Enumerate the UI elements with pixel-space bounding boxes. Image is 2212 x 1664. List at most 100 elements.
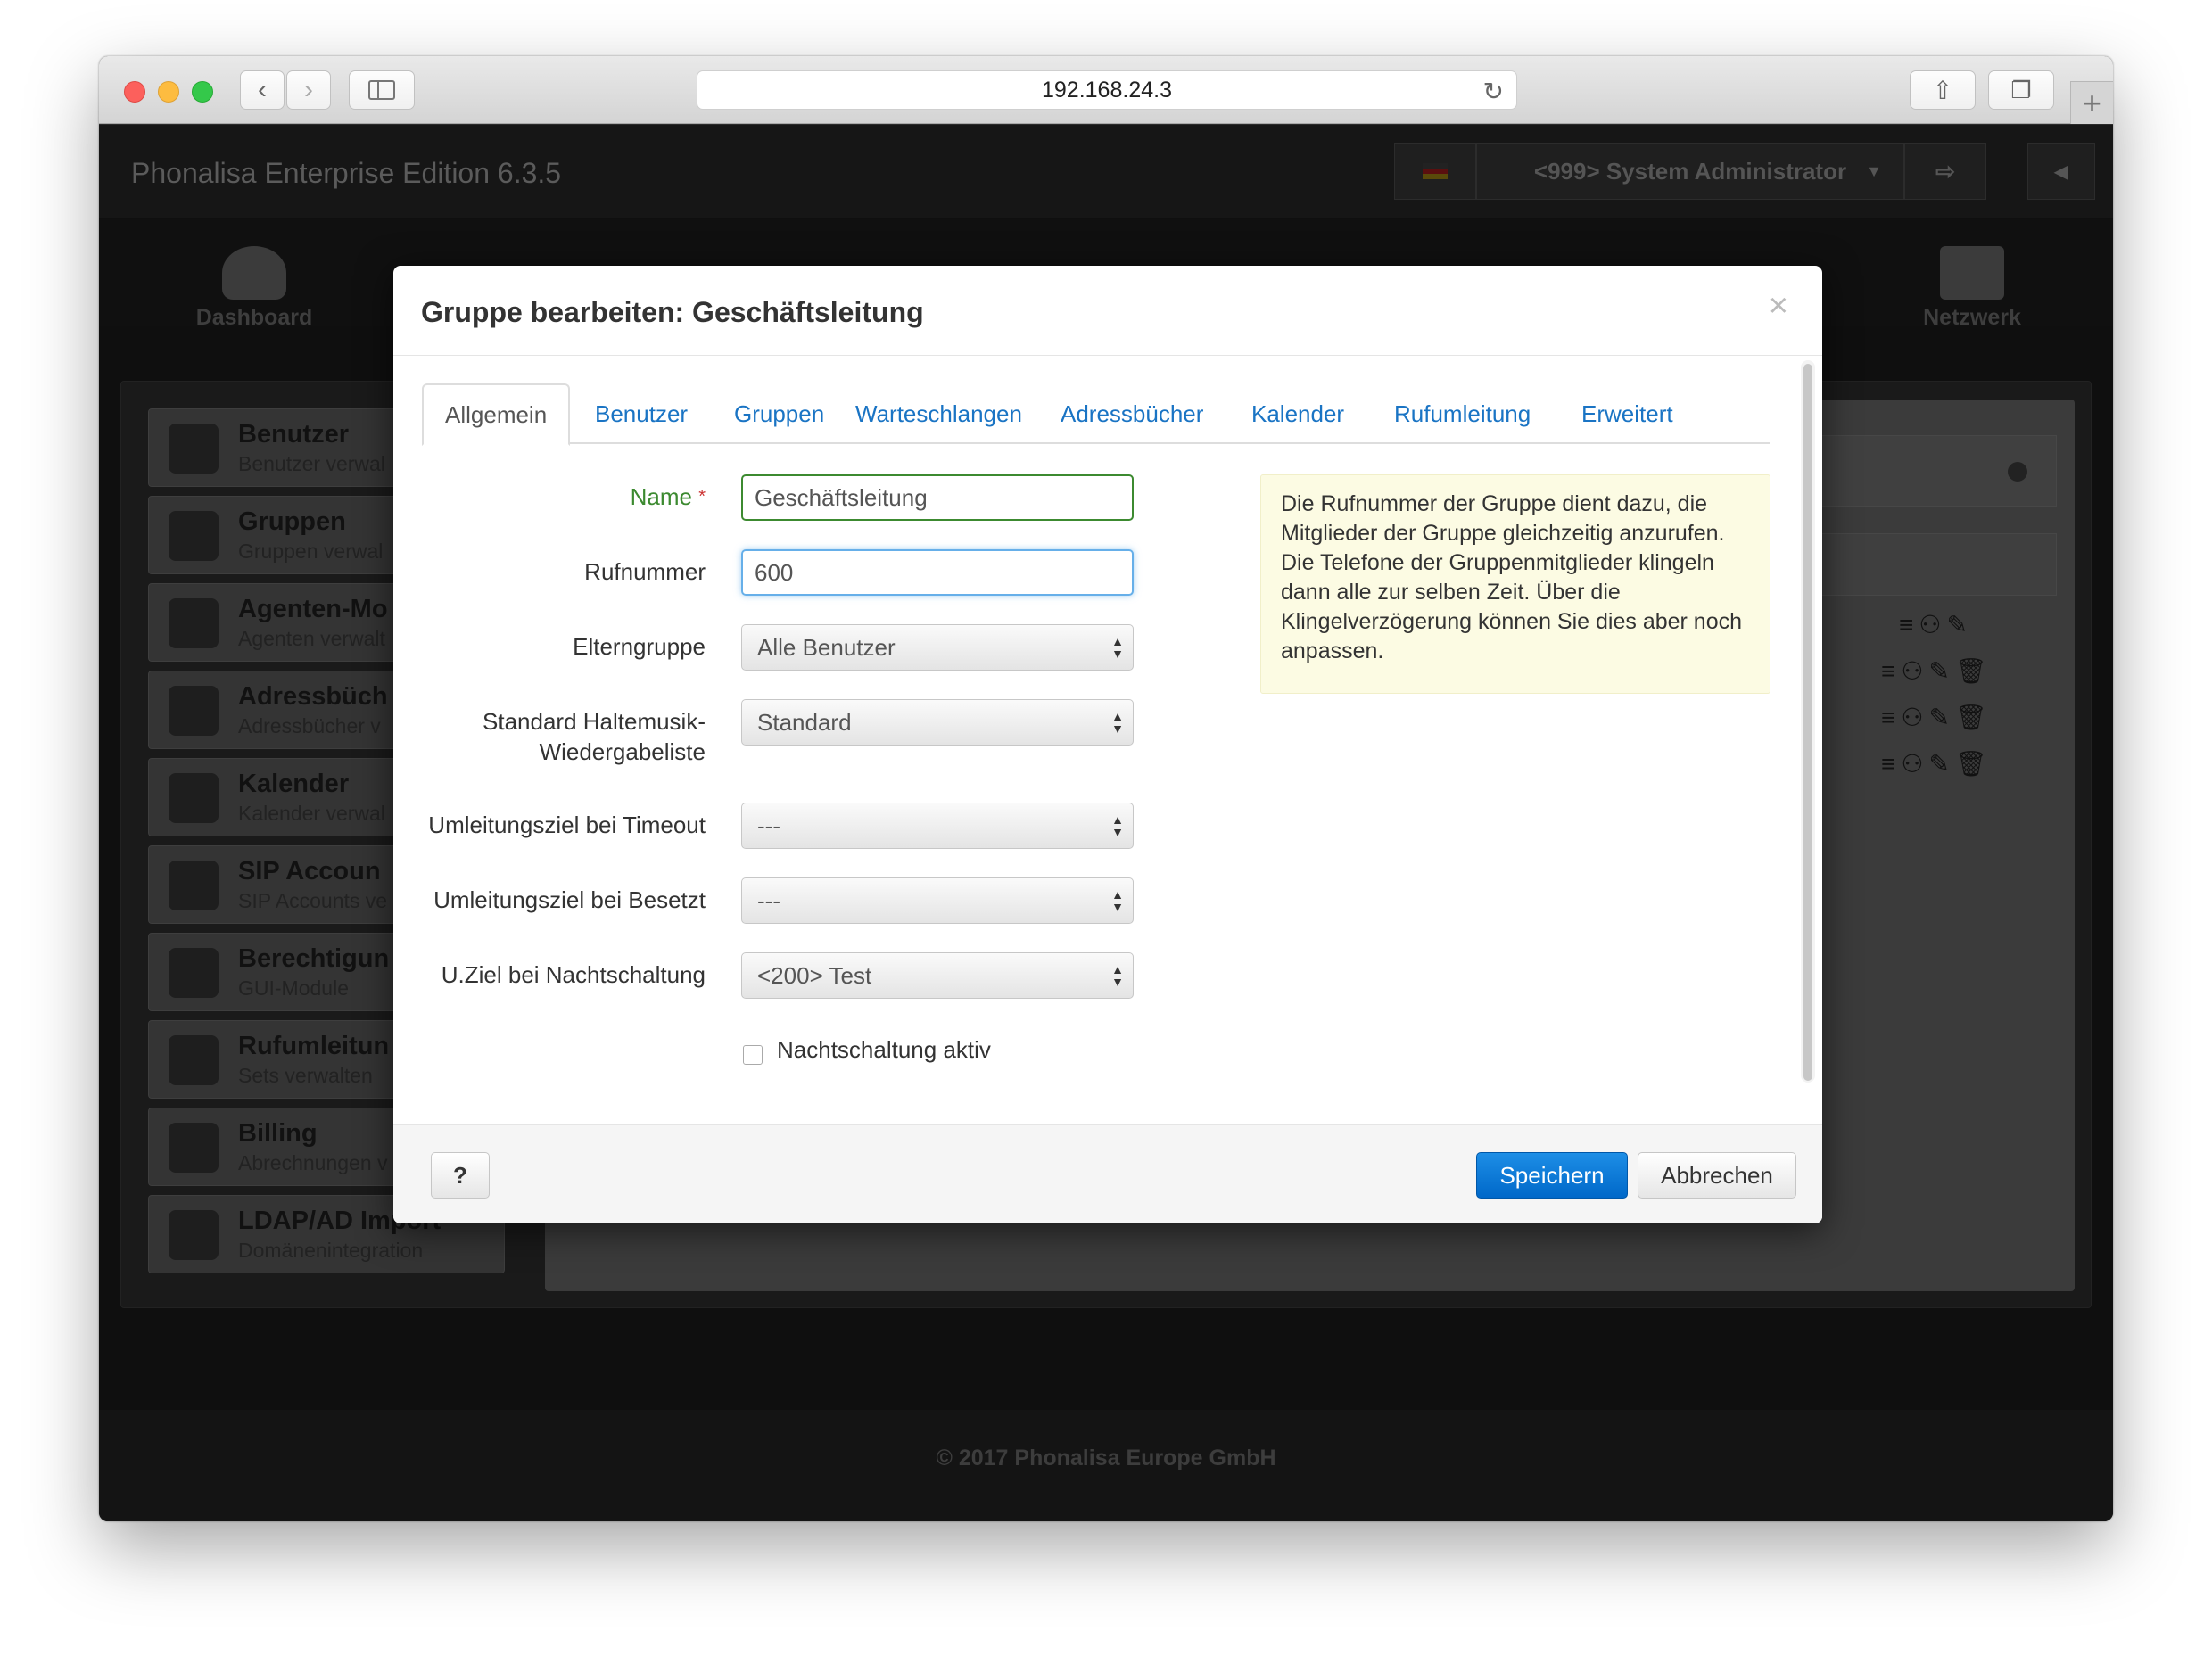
app-header: Phonalisa Enterprise Edition 6.3.5 <999>… <box>99 125 2113 218</box>
share-button[interactable]: ⇧ <box>1910 70 1976 110</box>
nachtschaltung-checkbox[interactable] <box>743 1045 763 1065</box>
money-icon <box>169 1123 219 1173</box>
name-input[interactable]: Geschäftsleitung <box>741 474 1134 521</box>
caret-left-icon: ◀ <box>2054 161 2068 182</box>
nachtschaltung-checkbox-label[interactable]: Nachtschaltung aktiv <box>777 1036 991 1064</box>
select-arrows-icon: ▲ ▼ <box>1111 634 1124 661</box>
logout-button[interactable]: ⇨ <box>1904 143 1986 200</box>
tab-allgemein[interactable]: Allgemein <box>422 383 571 446</box>
sidebar-item-title: Berechtigun <box>238 944 390 973</box>
tab-rufumleitung[interactable]: Rufumleitung <box>1373 383 1552 444</box>
plus-icon: + <box>2082 84 2102 121</box>
haltemusik-label-line2: Wiedergabeliste <box>539 738 706 765</box>
retweet-icon <box>169 1035 219 1085</box>
forward-button[interactable]: › <box>286 70 331 110</box>
sidebar-item-title: Gruppen <box>238 507 346 536</box>
row-actions[interactable]: ≡⚇✎🗑 <box>1881 703 1992 732</box>
besetzt-label: Umleitungsziel bei Besetzt <box>433 886 706 913</box>
tab-benutzer[interactable]: Benutzer <box>574 383 709 444</box>
besetzt-select[interactable]: --- ▲ ▼ <box>741 877 1134 924</box>
sidebar-item-subtitle: Sets verwalten <box>238 1064 373 1087</box>
collapse-button[interactable]: ◀ <box>2027 143 2095 200</box>
nav-dashboard[interactable]: Dashboard <box>165 246 343 331</box>
cancel-button[interactable]: Abbrechen <box>1638 1152 1796 1199</box>
name-label: Name * <box>631 482 706 512</box>
close-icon[interactable]: × <box>1769 287 1788 325</box>
save-button[interactable]: Speichern <box>1476 1152 1628 1199</box>
sidebar-item-subtitle: Gruppen verwal <box>238 540 384 563</box>
select-arrows-icon: ▲ ▼ <box>1111 887 1124 914</box>
url-text: 192.168.24.3 <box>1042 77 1172 103</box>
haltemusik-label-line1: Standard Haltemusik- <box>483 708 706 735</box>
timeout-value: --- <box>757 811 780 839</box>
network-icon <box>1940 246 2004 300</box>
sidebar-item-title: Agenten-Mo <box>238 595 388 623</box>
users-icon <box>169 511 219 561</box>
edit-group-dialog: Gruppe bearbeiten: Geschäftsleitung × Al… <box>393 266 1822 1223</box>
haltemusik-label: Standard Haltemusik- Wiedergabeliste <box>483 706 706 767</box>
haltemusik-select[interactable]: Standard ▲ ▼ <box>741 699 1134 746</box>
dialog-title: Gruppe bearbeiten: Geschäftsleitung <box>421 296 924 328</box>
nav-dashboard-label: Dashboard <box>195 305 313 330</box>
tab-kalender[interactable]: Kalender <box>1230 383 1366 444</box>
timeout-select[interactable]: --- ▲ ▼ <box>741 803 1134 849</box>
tab-warteschlangen[interactable]: Warteschlangen <box>834 383 1044 444</box>
flag-de-icon <box>1423 163 1448 179</box>
help-button[interactable]: ? <box>431 1152 490 1199</box>
reload-icon[interactable]: ↻ <box>1483 77 1504 106</box>
back-button[interactable]: ‹ <box>240 70 285 110</box>
new-tab-button[interactable]: + <box>2070 81 2113 124</box>
nav-netzwerk[interactable]: Netzwerk <box>1883 246 2061 331</box>
zoom-window-button[interactable] <box>192 81 213 103</box>
dialog-tabs: Allgemein Benutzer Gruppen Warteschlange… <box>422 383 1770 446</box>
logout-icon: ⇨ <box>1936 157 1955 185</box>
tabs-overview-button[interactable]: ❐ <box>1988 70 2054 110</box>
sidebar-toggle-button[interactable] <box>349 70 415 110</box>
minimize-window-button[interactable] <box>158 81 179 103</box>
browser-toolbar: ‹ › 192.168.24.3 ↻ ⇧ ❐ + <box>99 56 2113 124</box>
user-menu[interactable]: <999> System Administrator ▼ <box>1476 143 1904 200</box>
tab-adressbuecher[interactable]: Adressbücher <box>1039 383 1225 444</box>
rufnummer-input[interactable]: 600 <box>741 549 1134 596</box>
close-window-button[interactable] <box>124 81 145 103</box>
tabs-icon: ❐ <box>2010 76 2032 103</box>
rufnummer-label: Rufnummer <box>584 558 706 585</box>
address-bar[interactable]: 192.168.24.3 ↻ <box>697 70 1517 110</box>
key-icon <box>169 948 219 998</box>
sidebar-item-subtitle: GUI-Module <box>238 976 349 1000</box>
sidebar-item-title: Rufumleitun <box>238 1032 390 1060</box>
nachtschaltung-ziel-select[interactable]: <200> Test ▲ ▼ <box>741 952 1134 999</box>
scrollbar-thumb[interactable] <box>1803 364 1812 1081</box>
language-flag-button[interactable] <box>1394 143 1476 200</box>
nav-netzwerk-label: Netzwerk <box>1923 305 2021 330</box>
help-icon[interactable] <box>2008 462 2027 482</box>
app-footer: © 2017 Phonalisa Europe GmbH <box>99 1410 2113 1521</box>
name-label-text: Name <box>630 483 692 510</box>
timeout-label: Umleitungsziel bei Timeout <box>428 811 706 838</box>
sidebar-item-title: Benutzer <box>238 420 350 449</box>
besetzt-value: --- <box>757 886 780 914</box>
chevron-left-icon: ‹ <box>258 75 267 104</box>
chevron-right-icon: › <box>304 75 313 104</box>
book-icon <box>169 686 219 736</box>
sidebar-item-title: Billing <box>238 1119 318 1148</box>
sidebar-item-subtitle: Kalender verwal <box>238 802 385 825</box>
brand-title: Phonalisa Enterprise Edition 6.3.5 <box>131 157 562 189</box>
tab-gruppen[interactable]: Gruppen <box>713 383 846 444</box>
row-actions[interactable]: ≡⚇✎🗑 <box>1881 749 1992 778</box>
select-arrows-icon: ▲ ▼ <box>1111 709 1124 736</box>
user-menu-label: <999> System Administrator <box>1533 157 1847 185</box>
sidebar-item-subtitle: Adressbücher v <box>238 714 381 737</box>
footer-text: © 2017 Phonalisa Europe GmbH <box>936 1446 1276 1470</box>
row-actions[interactable]: ≡⚇✎ <box>1899 610 1973 639</box>
sidebar-item-subtitle: SIP Accounts ve <box>238 889 388 912</box>
elterngruppe-value: Alle Benutzer <box>757 633 896 661</box>
user-icon <box>169 424 219 474</box>
tab-erweitert[interactable]: Erweitert <box>1560 383 1695 444</box>
elterngruppe-select[interactable]: Alle Benutzer ▲ ▼ <box>741 624 1134 671</box>
dialog-scrollbar[interactable] <box>1801 360 1815 1083</box>
sidebar-item-subtitle: Abrechnungen v <box>238 1151 388 1174</box>
row-actions[interactable]: ≡⚇✎🗑 <box>1881 656 1992 686</box>
sidebar-item-subtitle: Benutzer verwal <box>238 452 385 475</box>
dialog-footer: ? Speichern Abbrechen <box>393 1124 1822 1223</box>
